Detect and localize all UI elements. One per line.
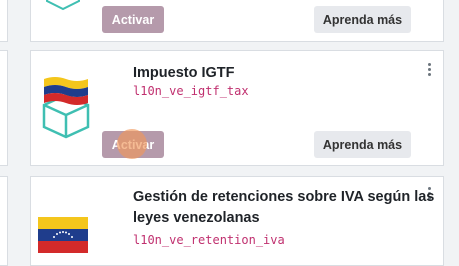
kebab-menu-icon[interactable] — [428, 63, 432, 78]
learn-more-button[interactable]: Aprenda más — [314, 6, 411, 33]
partial-card-left-bottom — [0, 176, 8, 266]
app-card-retention-iva: Gestión de retenciones sobre IVA según l… — [30, 176, 444, 266]
venezuela-flag-box-icon — [42, 77, 90, 139]
app-card-top: Activar Aprenda más — [30, 0, 444, 42]
technical-name: l10n_ve_retention_iva — [133, 233, 285, 247]
technical-name: l10n_ve_igtf_tax — [133, 84, 249, 98]
learn-more-button[interactable]: Aprenda más — [314, 131, 411, 158]
app-card-igtf: Impuesto IGTF l10n_ve_igtf_tax Activar A… — [30, 50, 444, 166]
partial-card-left-mid — [0, 50, 8, 166]
app-title-line1: Gestión de retenciones sobre IVA según l… — [133, 189, 435, 205]
app-title: Impuesto IGTF — [133, 65, 235, 81]
partial-card-left-top — [0, 0, 8, 42]
activate-button[interactable]: Activar — [102, 131, 164, 158]
module-box-icon — [46, 0, 80, 11]
app-title-line2: leyes venezolanas — [133, 210, 260, 226]
activate-button[interactable]: Activar — [102, 6, 164, 33]
venezuela-flag-icon — [38, 217, 88, 253]
